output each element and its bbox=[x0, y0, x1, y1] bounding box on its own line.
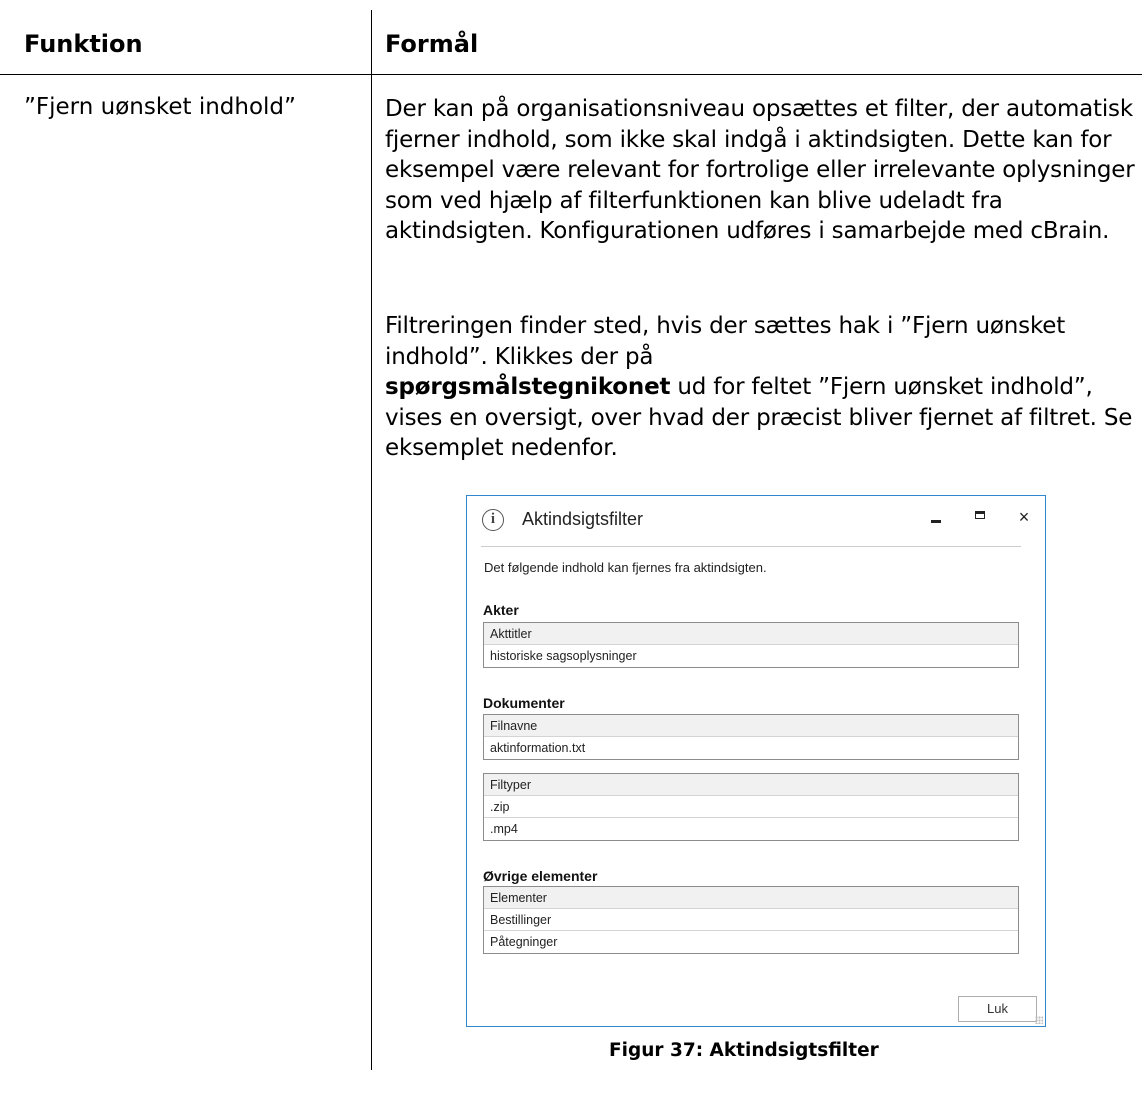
function-name: ”Fjern uønsket indhold” bbox=[24, 94, 296, 120]
filter-list-filnavne: Filnavne aktinformation.txt bbox=[483, 714, 1019, 760]
list-header: Akttitler bbox=[484, 623, 1018, 645]
description-paragraph-2: Filtreringen finder sted, hvis der sætte… bbox=[385, 311, 1137, 464]
close-icon: × bbox=[1018, 507, 1030, 527]
list-header: Filtyper bbox=[484, 774, 1018, 796]
minimize-icon bbox=[931, 520, 941, 523]
list-item: aktinformation.txt bbox=[490, 741, 586, 755]
dialog-title: Aktindsigtsfilter bbox=[522, 509, 644, 529]
maximize-icon bbox=[975, 511, 985, 519]
filter-list-filtyper: Filtyper .zip .mp4 bbox=[483, 773, 1019, 841]
resize-grip-icon[interactable] bbox=[1035, 1016, 1043, 1024]
list-item: .zip bbox=[484, 796, 1018, 818]
aktindsigtsfilter-dialog: i Aktindsigtsfilter × Det følgende indho… bbox=[466, 495, 1046, 1027]
section-heading-dokumenter: Dokumenter bbox=[483, 695, 565, 711]
figure-caption: Figur 37: Aktindsigtsfilter bbox=[609, 1040, 879, 1061]
column-divider bbox=[371, 10, 372, 1070]
question-mark-icon-reference: spørgsmålstegnikonet bbox=[385, 374, 671, 400]
filter-list-akttitler: Akttitler historiske sagsoplysninger bbox=[483, 622, 1019, 668]
dialog-description: Det følgende indhold kan fjernes fra akt… bbox=[484, 560, 767, 575]
column-header-formaal: Formål bbox=[385, 30, 479, 58]
header-divider bbox=[0, 74, 1142, 75]
list-header: Filnavne bbox=[484, 715, 1018, 737]
list-item: Bestillinger bbox=[484, 909, 1018, 931]
filter-list-elementer: Elementer Bestillinger Påtegninger bbox=[483, 886, 1019, 954]
section-heading-akter: Akter bbox=[483, 602, 519, 618]
close-button[interactable]: × bbox=[1012, 508, 1036, 526]
list-item: Påtegninger bbox=[490, 935, 558, 949]
dialog-title-separator bbox=[481, 546, 1021, 547]
info-icon: i bbox=[482, 509, 504, 531]
luk-button[interactable]: Luk bbox=[958, 996, 1037, 1022]
column-header-funktion: Funktion bbox=[24, 30, 143, 58]
section-heading-oevrige-elementer: Øvrige elementer bbox=[483, 868, 598, 884]
description-paragraph-1: Der kan på organisationsniveau opsættes … bbox=[385, 96, 1135, 244]
list-header: Elementer bbox=[484, 887, 1018, 909]
paragraph-2-text-a: Filtreringen finder sted, hvis der sætte… bbox=[385, 313, 1066, 370]
list-item: historiske sagsoplysninger bbox=[490, 649, 637, 663]
list-item: .mp4 bbox=[490, 822, 518, 836]
